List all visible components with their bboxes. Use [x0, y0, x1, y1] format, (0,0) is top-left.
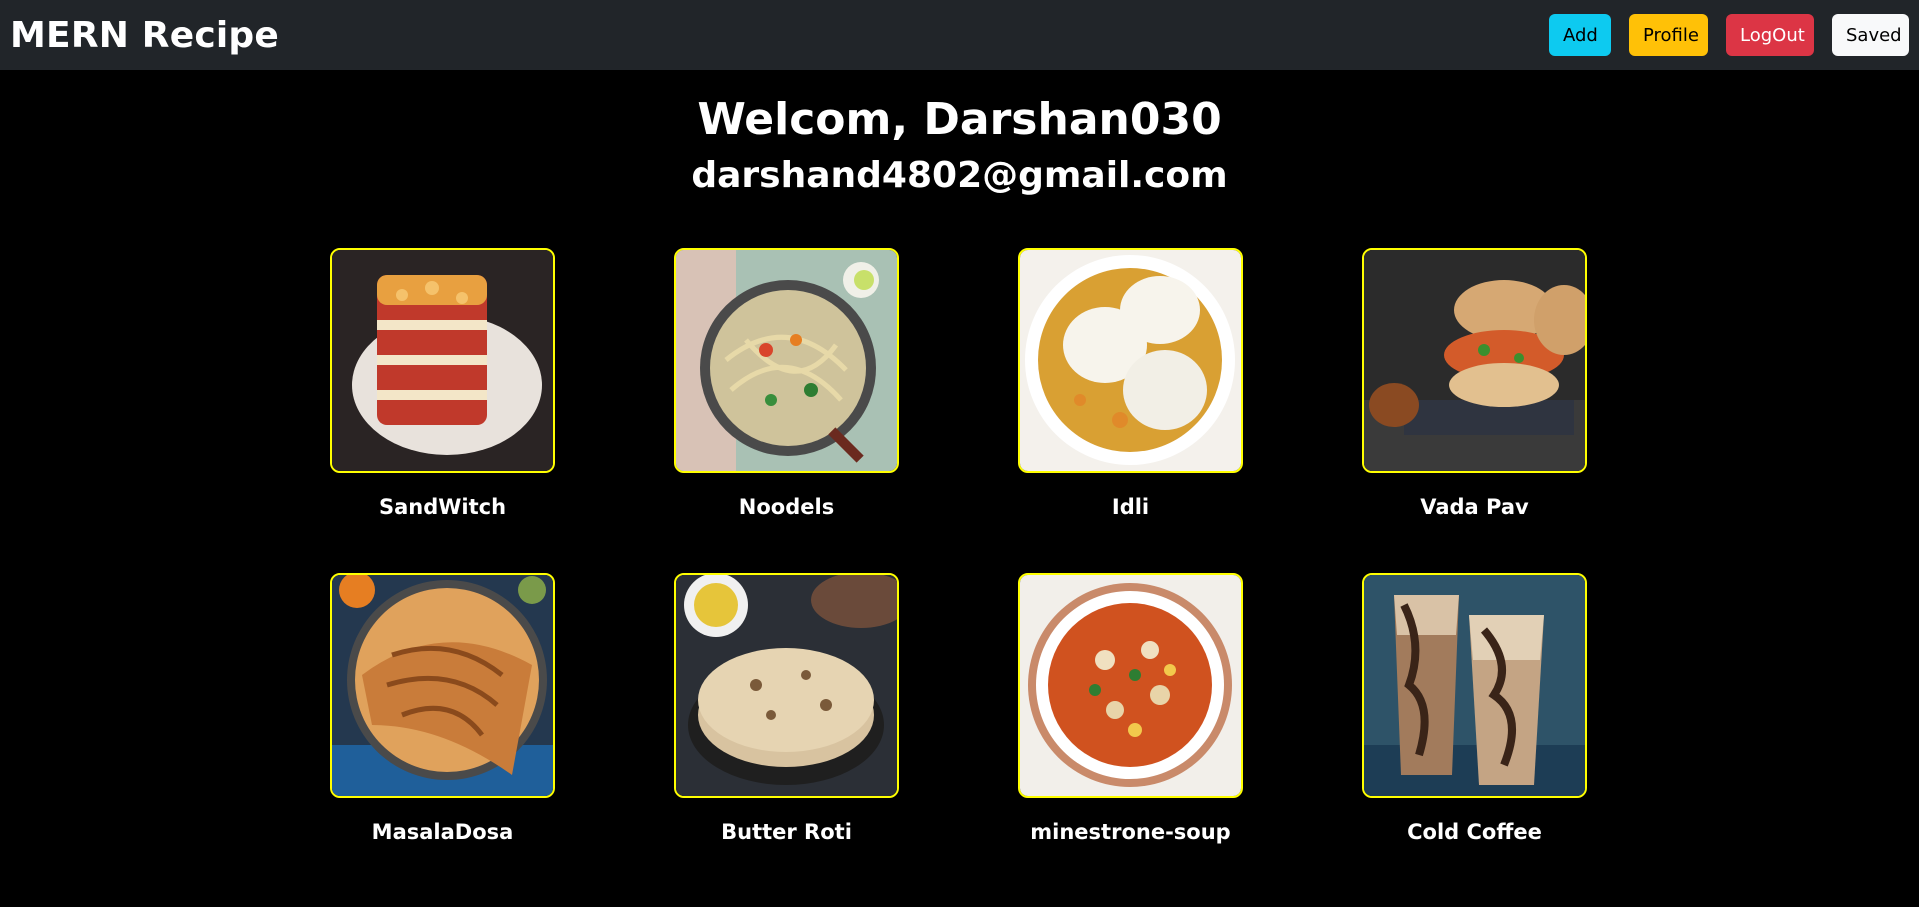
recipe-title: SandWitch: [378, 495, 507, 519]
lasagna-image[interactable]: [330, 248, 555, 473]
recipe-card[interactable]: Vada Pav: [1362, 248, 1587, 573]
recipe-title: MasalaDosa: [371, 820, 514, 844]
butter-roti-image[interactable]: [674, 573, 899, 798]
recipe-grid: SandWitch Noodels Idli Vada Pav MasalaDo…: [330, 248, 1592, 898]
nav-buttons: Add Profile LogOut Saved: [1549, 14, 1909, 56]
recipe-title: Butter Roti: [721, 820, 852, 844]
cold-coffee-image[interactable]: [1362, 573, 1587, 798]
idli-image[interactable]: [1018, 248, 1243, 473]
logout-button[interactable]: LogOut: [1726, 14, 1814, 56]
welcome-section: Welcom, Darshan030 darshand4802@gmail.co…: [0, 90, 1919, 202]
recipe-title: Idli: [1111, 495, 1150, 519]
recipe-title: Vada Pav: [1420, 495, 1529, 519]
minestrone-soup-image[interactable]: [1018, 573, 1243, 798]
navbar: MERN Recipe Add Profile LogOut Saved: [0, 0, 1919, 70]
recipe-title: Cold Coffee: [1407, 820, 1542, 844]
recipe-card[interactable]: Cold Coffee: [1362, 573, 1587, 898]
welcome-heading: Welcom, Darshan030: [697, 94, 1222, 145]
recipe-card[interactable]: SandWitch: [330, 248, 555, 573]
recipe-card[interactable]: MasalaDosa: [330, 573, 555, 898]
add-button[interactable]: Add: [1549, 14, 1611, 56]
recipe-card[interactable]: Noodels: [674, 248, 899, 573]
noodles-image[interactable]: [674, 248, 899, 473]
recipe-card[interactable]: minestrone-soup: [1018, 573, 1243, 898]
brand-title[interactable]: MERN Recipe: [10, 15, 279, 56]
recipe-title: Noodels: [738, 495, 835, 519]
recipe-card[interactable]: Butter Roti: [674, 573, 899, 898]
recipe-card[interactable]: Idli: [1018, 248, 1243, 573]
profile-button[interactable]: Profile: [1629, 14, 1708, 56]
masala-dosa-image[interactable]: [330, 573, 555, 798]
saved-button[interactable]: Saved: [1832, 14, 1909, 56]
recipe-title: minestrone-soup: [1030, 820, 1231, 844]
vada-pav-image[interactable]: [1362, 248, 1587, 473]
user-email: darshand4802@gmail.com: [691, 155, 1228, 196]
